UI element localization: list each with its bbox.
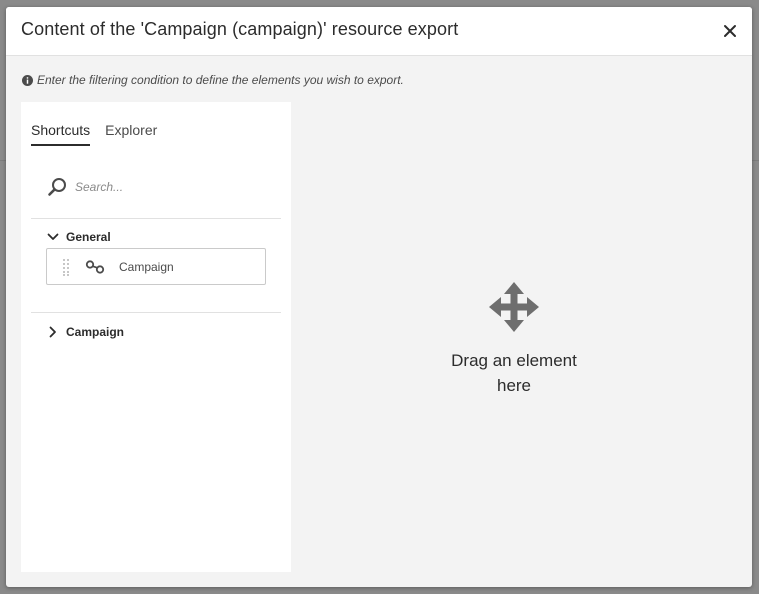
- group-campaign-label: Campaign: [66, 325, 125, 339]
- search-divider: [31, 218, 281, 219]
- chevron-down-icon: [47, 233, 59, 240]
- search-input[interactable]: [75, 180, 255, 194]
- link-icon: [85, 259, 105, 274]
- group-general-toggle[interactable]: General: [47, 230, 111, 244]
- filter-hint-text: Enter the filtering condition to define …: [37, 73, 404, 87]
- chevron-right-icon: [49, 326, 56, 338]
- close-button[interactable]: [720, 21, 740, 41]
- field-item-label: Campaign: [119, 259, 174, 274]
- group-general-label: General: [66, 230, 111, 244]
- move-icon: [489, 282, 539, 332]
- drop-zone-line-2: here: [496, 376, 532, 395]
- drop-zone-text: Drag an element here: [417, 348, 611, 398]
- drag-handle-icon[interactable]: [62, 258, 70, 276]
- tab-shortcuts[interactable]: Shortcuts: [31, 122, 91, 146]
- field-item-campaign[interactable]: Campaign: [46, 248, 266, 285]
- search-icon: [48, 178, 66, 196]
- search-box: [47, 176, 267, 198]
- tab-explorer[interactable]: Explorer: [105, 122, 157, 146]
- panel-tabs: Shortcuts Explorer: [31, 122, 172, 146]
- drop-zone[interactable]: Drag an element here: [297, 102, 737, 572]
- close-icon: [724, 25, 736, 37]
- dialog-header: Content of the 'Campaign (campaign)' res…: [6, 7, 752, 56]
- export-dialog: Content of the 'Campaign (campaign)' res…: [6, 7, 752, 587]
- filter-hint: Enter the filtering condition to define …: [22, 73, 404, 87]
- drop-zone-line-1: Drag an element: [451, 351, 577, 370]
- info-icon: [22, 74, 33, 86]
- group-campaign-toggle[interactable]: Campaign: [47, 325, 124, 339]
- dialog-title: Content of the 'Campaign (campaign)' res…: [21, 19, 459, 39]
- shortcuts-panel: Shortcuts Explorer General: [21, 102, 291, 572]
- group-divider: [31, 312, 281, 313]
